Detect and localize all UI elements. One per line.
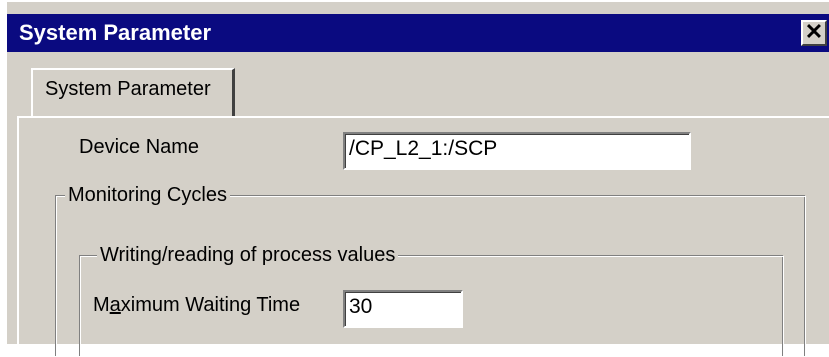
- tab-system-parameter[interactable]: System Parameter: [31, 68, 235, 118]
- process-values-caption: Writing/reading of process values: [97, 244, 399, 267]
- label-part: M: [93, 294, 110, 316]
- device-name-field[interactable]: /CP_L2_1:/SCP: [343, 132, 691, 170]
- close-button[interactable]: ✕: [801, 20, 827, 46]
- device-name-label: Device Name: [79, 136, 200, 158]
- window-title: System Parameter: [19, 20, 212, 45]
- monitoring-cycles-caption: Monitoring Cycles: [65, 184, 230, 207]
- max-waiting-time-label: Maximum Waiting Time: [93, 294, 300, 317]
- close-icon: ✕: [804, 19, 824, 44]
- accelerator-key: a: [109, 294, 121, 316]
- title-bar[interactable]: System Parameter ✕: [7, 14, 829, 52]
- tab-panel-edge-left: [17, 116, 19, 346]
- label-part: ximum Waiting Time: [120, 294, 301, 316]
- max-waiting-time-field[interactable]: 30: [343, 290, 463, 328]
- system-parameter-dialog: System Parameter ✕ System Parameter Devi…: [5, 0, 829, 357]
- tab-label: System Parameter: [45, 78, 211, 100]
- tab-panel-edge-top: [17, 116, 829, 118]
